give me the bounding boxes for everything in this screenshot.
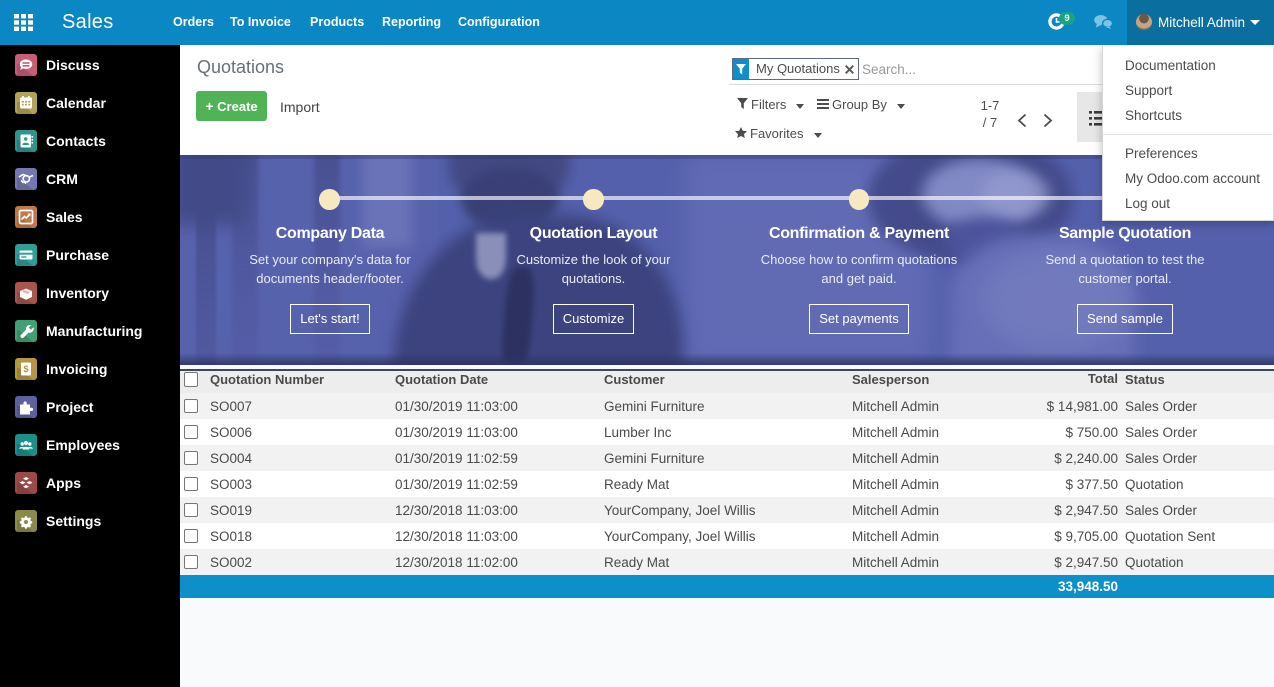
svg-text:$: $ — [23, 364, 28, 374]
